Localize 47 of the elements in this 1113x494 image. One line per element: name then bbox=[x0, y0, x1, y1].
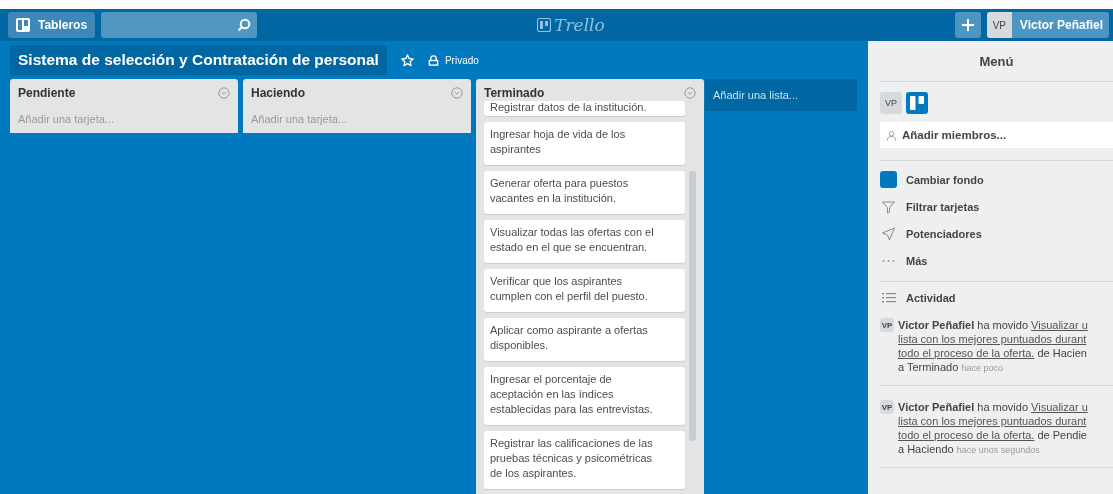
add-members-button[interactable]: Añadir miembros... bbox=[880, 122, 1113, 148]
activity-title: Actividad bbox=[906, 292, 956, 304]
card[interactable]: Registrar datos de la institución. bbox=[484, 101, 685, 116]
plus-icon bbox=[960, 18, 975, 32]
menu-item[interactable]: Potenciadores bbox=[880, 225, 1113, 242]
user-avatar: VP bbox=[986, 12, 1012, 38]
logo-icon bbox=[537, 18, 552, 32]
menu-item[interactable]: Cambiar fondo bbox=[880, 171, 1113, 188]
member-avatar[interactable]: VP bbox=[880, 400, 894, 414]
board-title[interactable]: Sistema de selección y Contratación de personal bbox=[10, 45, 387, 75]
card[interactable]: Aplicar como aspirante a ofertas disponibles. bbox=[484, 318, 685, 361]
visibility-button[interactable]: Privado bbox=[427, 54, 479, 66]
chevron-down-icon[interactable] bbox=[684, 87, 696, 99]
user-button[interactable]: VP Victor Peñafiel bbox=[986, 12, 1109, 38]
list-title[interactable]: Pendiente bbox=[18, 86, 76, 100]
member-avatar[interactable]: VP bbox=[880, 318, 894, 332]
add-list-button[interactable]: Añadir una lista... bbox=[705, 79, 857, 111]
card[interactable]: Ingresar hoja de vida de los aspirantes bbox=[484, 122, 685, 165]
card[interactable]: Ingresar el porcentaje de aceptación en las índices establecidas para las entrevistas. bbox=[484, 367, 685, 425]
boards-button[interactable]: Tableros bbox=[8, 12, 96, 38]
list-icon bbox=[882, 292, 896, 304]
board-icon bbox=[16, 18, 30, 32]
user-name: Victor Peñafiel bbox=[1019, 18, 1103, 32]
add-button[interactable] bbox=[954, 12, 981, 38]
chevron-down-icon[interactable] bbox=[451, 87, 463, 99]
menu-item[interactable]: Más bbox=[880, 252, 1113, 269]
menu-item[interactable]: Filtrar tarjetas bbox=[880, 198, 1113, 215]
list-title[interactable]: Haciendo bbox=[251, 86, 305, 100]
list-title[interactable]: Terminado bbox=[484, 86, 545, 100]
menu-title: Menú bbox=[880, 41, 1113, 82]
person-icon bbox=[886, 129, 897, 141]
search-icon bbox=[237, 18, 252, 32]
board-icon[interactable] bbox=[906, 92, 928, 114]
card[interactable]: Registrar las calificaciones de las pruebas técnicas y psicométricas de los aspirantes. bbox=[484, 431, 685, 489]
scrollbar[interactable] bbox=[689, 171, 696, 441]
card[interactable]: Generar oferta para puestos vacantes en la institución. bbox=[484, 171, 685, 214]
funnel-icon bbox=[880, 199, 897, 214]
chevron-down-icon[interactable] bbox=[218, 87, 230, 99]
activity-text: Victor Peñafiel ha movido Visualizar u lista con los mejores puntuados durant todo el proceso de la oferta. de Pendie a Haciendo hace unos segundos bbox=[898, 400, 1088, 457]
lock-icon bbox=[427, 54, 439, 66]
member-avatar[interactable]: VP bbox=[880, 92, 902, 114]
more-icon bbox=[880, 258, 897, 263]
star-icon[interactable] bbox=[400, 53, 414, 67]
card[interactable]: Visualizar todas las ofertas con el estado en el que se encuentran. bbox=[484, 220, 685, 263]
activity-text: Victor Peñafiel ha movido Visualizar u lista con los mejores puntuados durant todo el proceso de la oferta. de Hacien a Terminado hace poco bbox=[898, 318, 1088, 375]
card[interactable]: Verificar que los aspirantes cumplen con el perfil del puesto. bbox=[484, 269, 685, 312]
search-field[interactable] bbox=[101, 12, 258, 38]
